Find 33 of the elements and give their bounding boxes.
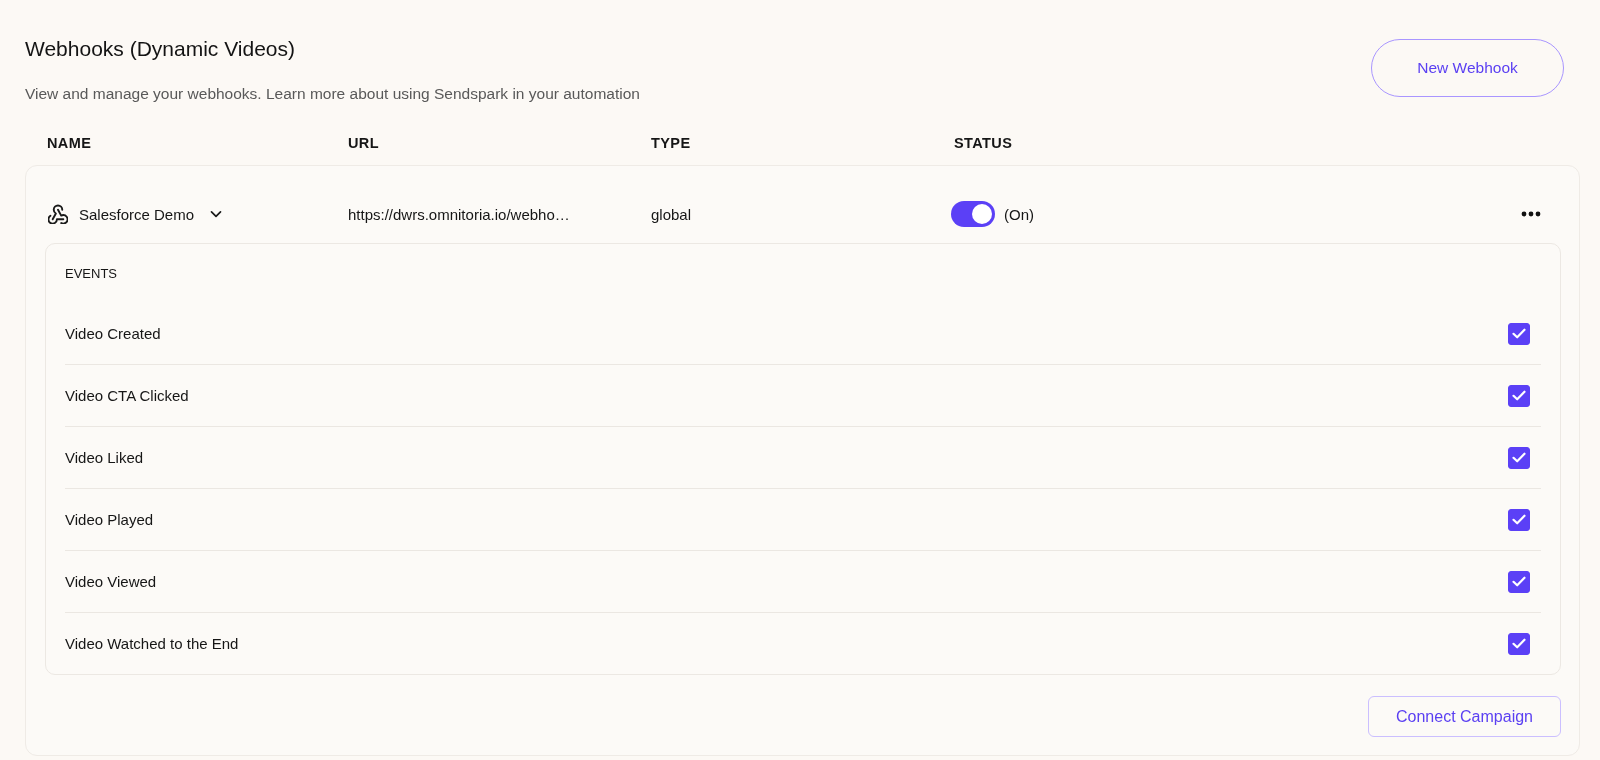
- event-label: Video Created: [65, 325, 161, 342]
- event-checkbox[interactable]: [1508, 508, 1530, 531]
- event-checkbox[interactable]: [1508, 322, 1530, 345]
- status-toggle[interactable]: [951, 201, 995, 227]
- event-label: Video Played: [65, 511, 154, 528]
- check-icon: [1512, 390, 1526, 401]
- column-header: NAME: [47, 135, 92, 151]
- webhook-type: global: [651, 205, 692, 223]
- event-label: Video Viewed: [65, 573, 157, 590]
- check-icon: [1512, 452, 1526, 463]
- status-label: (On): [1004, 205, 1034, 223]
- page-title: Webhooks (Dynamic Videos): [25, 36, 296, 62]
- page-subtitle: View and manage your webhooks. Learn more about using Sendspark in your automation: [25, 84, 640, 104]
- connect-campaign-button[interactable]: Connect Campaign: [1368, 696, 1561, 737]
- event-checkbox[interactable]: [1508, 384, 1530, 407]
- check-icon: [1512, 328, 1526, 339]
- column-header: URL: [348, 135, 379, 151]
- check-icon: [1512, 514, 1526, 525]
- check-icon: [1512, 638, 1526, 649]
- events-heading: EVENTS: [65, 266, 117, 282]
- event-label: Video Liked: [65, 449, 144, 466]
- webhook-url: https://dwrs.omnitoria.io/webho…: [348, 205, 570, 223]
- event-label: Video Watched to the End: [65, 635, 239, 652]
- check-icon: [1512, 576, 1526, 587]
- event-checkbox[interactable]: [1508, 446, 1530, 469]
- more-options-icon[interactable]: [1521, 211, 1541, 217]
- event-checkbox[interactable]: [1508, 570, 1530, 593]
- event-label: Video CTA Clicked: [65, 387, 189, 404]
- webhook-icon: [48, 204, 68, 224]
- webhook-name: Salesforce Demo: [79, 205, 195, 223]
- column-header: STATUS: [954, 135, 1013, 151]
- event-checkbox[interactable]: [1508, 632, 1530, 655]
- column-header: TYPE: [651, 135, 691, 151]
